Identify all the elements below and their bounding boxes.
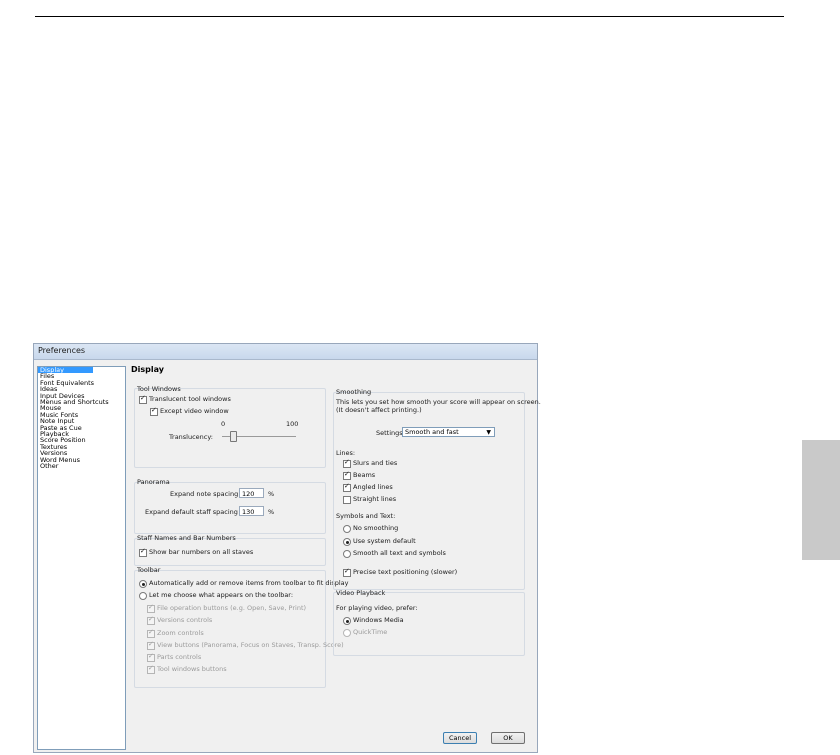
note-spacing-unit: % — [268, 490, 275, 498]
staff-spacing-input[interactable]: 130 — [239, 506, 264, 516]
parts-controls-label: Parts controls — [157, 653, 202, 661]
smooth-all-label: Smooth all text and symbols — [353, 549, 446, 557]
toolbar-manual-label: Let me choose what appears on the toolba… — [149, 591, 294, 599]
zoom-controls-label: Zoom controls — [157, 629, 204, 637]
category-item-other[interactable]: Other — [38, 463, 125, 470]
panel-title: Display — [131, 365, 164, 374]
straight-lines-label: Straight lines — [353, 495, 397, 503]
tool-windows-buttons-label: Tool windows buttons — [157, 665, 227, 673]
symbols-label: Symbols and Text: — [336, 512, 396, 520]
windows-media-radio[interactable] — [343, 617, 351, 625]
show-bar-numbers-label: Show bar numbers on all staves — [149, 548, 254, 556]
view-buttons-checkbox[interactable] — [147, 640, 155, 650]
cancel-button[interactable]: Cancel — [443, 732, 477, 744]
smoothing-group — [333, 392, 525, 590]
quicktime-radio[interactable] — [343, 629, 351, 637]
tool-windows-label: Tool Windows — [137, 385, 181, 393]
translucency-label: Translucency: — [169, 433, 213, 441]
video-playback-label: Video Playback — [336, 589, 386, 597]
page-side-tab — [802, 440, 840, 560]
zoom-controls-checkbox[interactable] — [147, 628, 155, 638]
translucent-checkbox[interactable] — [139, 394, 147, 404]
smooth-all-radio[interactable] — [343, 550, 351, 558]
settings-select[interactable]: Smooth and fast ▼ — [402, 427, 495, 437]
chevron-down-icon: ▼ — [486, 429, 491, 436]
window-title: Preferences — [38, 346, 86, 355]
smoothing-description: This lets you set how smooth your score … — [336, 398, 541, 406]
file-operation-checkbox[interactable] — [147, 603, 155, 613]
settings-value: Smooth and fast — [405, 428, 459, 436]
angled-lines-checkbox[interactable] — [343, 482, 351, 492]
except-video-label: Except video window — [160, 407, 229, 415]
settings-label: Settings: — [376, 429, 405, 437]
category-list[interactable]: Display Files Font Equivalents Ideas Inp… — [37, 366, 126, 750]
system-default-radio[interactable] — [343, 538, 351, 546]
tool-windows-buttons-checkbox[interactable] — [147, 664, 155, 674]
slurs-ties-checkbox[interactable] — [343, 458, 351, 468]
ok-button[interactable]: OK — [491, 732, 525, 744]
beams-checkbox[interactable] — [343, 470, 351, 480]
toolbar-auto-label: Automatically add or remove items from t… — [149, 579, 349, 587]
straight-lines-checkbox[interactable] — [343, 496, 351, 504]
precise-positioning-label: Precise text positioning (slower) — [353, 568, 458, 576]
slurs-ties-label: Slurs and ties — [353, 459, 398, 467]
smoothing-description-2: (It doesn't affect printing.) — [336, 406, 422, 414]
precise-positioning-checkbox[interactable] — [343, 567, 351, 577]
slider-min-label: 0 — [221, 420, 226, 428]
toolbar-auto-radio[interactable] — [139, 580, 147, 588]
no-smoothing-label: No smoothing — [353, 524, 399, 532]
no-smoothing-radio[interactable] — [343, 525, 351, 533]
file-operation-label: File operation buttons (e.g. Open, Save,… — [157, 604, 307, 612]
beams-label: Beams — [353, 471, 376, 479]
preferences-dialog: Preferences Display Files Font Equivalen… — [33, 343, 541, 753]
staff-spacing-unit: % — [268, 508, 275, 516]
video-prefer-label: For playing video, prefer: — [336, 604, 418, 612]
lines-label: Lines: — [336, 449, 356, 457]
quicktime-label: QuickTime — [353, 628, 388, 636]
staff-spacing-label: Expand default staff spacing to: — [145, 508, 249, 516]
page-rule — [35, 16, 784, 17]
show-bar-numbers-checkbox[interactable] — [139, 547, 147, 557]
toolbar-label: Toolbar — [137, 566, 161, 574]
system-default-label: Use system default — [353, 537, 416, 545]
video-playback-group — [333, 592, 525, 656]
angled-lines-label: Angled lines — [353, 483, 393, 491]
versions-controls-label: Versions controls — [157, 616, 213, 624]
title-bar: Preferences — [34, 344, 537, 360]
windows-media-label: Windows Media — [353, 616, 404, 624]
view-buttons-label: View buttons (Panorama, Focus on Staves,… — [157, 641, 344, 649]
panorama-label: Panorama — [137, 478, 170, 486]
translucent-label: Translucent tool windows — [149, 395, 231, 403]
staff-names-label: Staff Names and Bar Numbers — [137, 534, 236, 542]
translucency-slider-thumb[interactable] — [230, 431, 238, 442]
note-spacing-input[interactable]: 120 — [239, 488, 264, 498]
note-spacing-label: Expand note spacing to: — [170, 490, 249, 498]
smoothing-label: Smoothing — [336, 388, 372, 396]
slider-max-label: 100 — [286, 420, 299, 428]
except-video-checkbox[interactable] — [150, 406, 158, 416]
versions-controls-checkbox[interactable] — [147, 615, 155, 625]
toolbar-manual-radio[interactable] — [139, 592, 147, 600]
parts-controls-checkbox[interactable] — [147, 652, 155, 662]
dialog-body: Display Files Font Equivalents Ideas Inp… — [34, 360, 541, 752]
